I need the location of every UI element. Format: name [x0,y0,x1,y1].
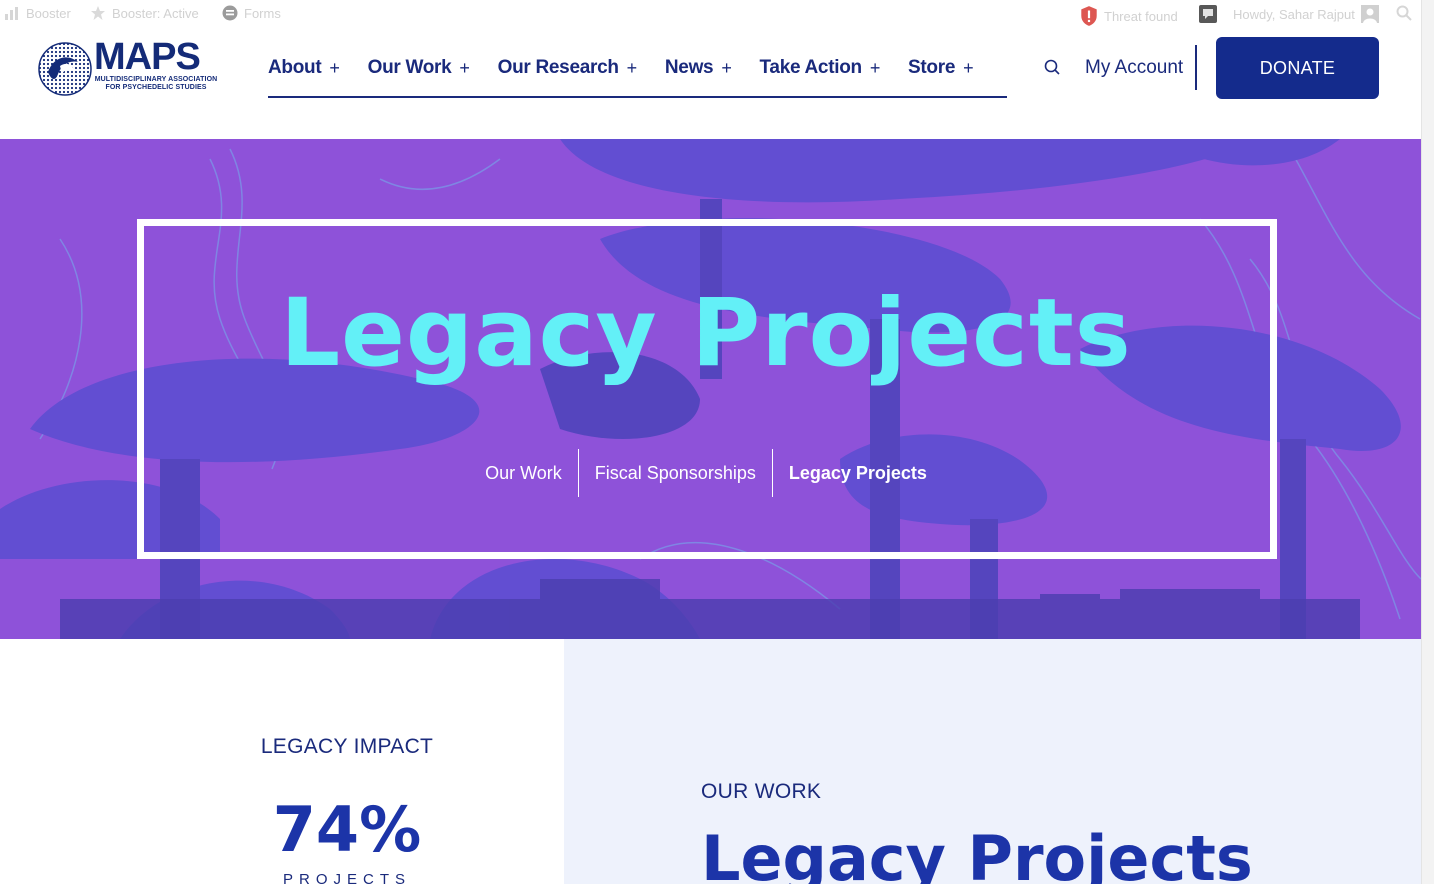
nav-about[interactable]: About + [268,54,340,82]
admin-booster-status-label: Booster: Active [112,5,199,21]
nav-label: About [268,57,322,78]
admin-booster-label: Booster [26,5,71,21]
nav-label: Store [908,57,956,78]
nav-our-research[interactable]: Our Research + [497,54,638,82]
impact-stats: LEGACY IMPACT 74% PROJECTS [0,639,564,884]
admin-bar: Booster Booster: Active Forms Threat fou… [0,0,1421,26]
plus-icon[interactable]: + [627,58,638,79]
main-nav: About + Our Work + Our Research + News + Tak… [268,54,1007,98]
admin-forms-label: Forms [244,5,281,21]
breadcrumb-our-work[interactable]: Our Work [469,463,578,484]
nav-news[interactable]: News + [665,54,732,82]
star-icon [91,6,105,20]
impact-value: 74% [272,793,422,866]
admin-account[interactable]: Howdy, Sahar Rajput [1233,5,1379,23]
shield-alert-icon [1081,6,1097,26]
nav-our-work[interactable]: Our Work + [368,54,470,82]
maps-logo[interactable]: MAPS MULTIDISCIPLINARY ASSOCIATION FOR P… [38,36,218,96]
comment-icon [1199,5,1217,23]
logo-wordmark: MAPS [94,36,201,78]
avatar [1360,5,1379,23]
impact-label: LEGACY IMPACT [260,735,434,758]
admin-search[interactable] [1396,5,1412,21]
search-icon [1044,59,1060,75]
admin-booster[interactable]: Booster [4,5,71,21]
page-title: Legacy Projects [280,279,1132,388]
our-work-heading: Legacy Projects [701,822,1253,884]
search-icon [1396,5,1412,21]
logo-subtitle: MULTIDISCIPLINARY ASSOCIATION FOR PSYCHE… [94,76,218,91]
breadcrumb: Our Work Fiscal Sponsorships Legacy Proj… [0,449,1412,497]
plus-icon[interactable]: + [721,58,732,79]
nav-store[interactable]: Store + [908,54,974,82]
admin-greeting: Howdy, Sahar Rajput [1233,6,1355,22]
bar-chart-icon [5,7,18,20]
breadcrumb-fiscal-sponsorships[interactable]: Fiscal Sponsorships [579,463,772,484]
nav-label: News [664,57,714,78]
admin-forms[interactable]: Forms [222,5,281,21]
plus-icon[interactable]: + [963,58,974,79]
nav-label: Our Work [367,57,452,78]
globe-logo-icon [38,42,92,96]
impact-sublabel: PROJECTS [282,871,411,884]
admin-comments[interactable] [1199,5,1217,23]
our-work-panel: OUR WORK Legacy Projects [564,639,1421,884]
our-work-eyebrow: OUR WORK [701,780,822,803]
hero-frame [137,219,1277,559]
nav-take-action[interactable]: Take Action + [760,54,881,82]
nav-label: Our Research [497,57,619,78]
admin-threat[interactable]: Threat found [1080,5,1178,27]
hero-banner: Legacy Projects Our Work Fiscal Sponsors… [0,139,1421,639]
breadcrumb-current: Legacy Projects [788,462,927,483]
plus-icon[interactable]: + [870,58,881,79]
nav-label: Take Action [759,57,863,78]
header-divider [1195,45,1197,90]
plus-icon[interactable]: + [459,58,470,79]
page-scrollbar[interactable] [1421,0,1434,884]
site-header: MAPS MULTIDISCIPLINARY ASSOCIATION FOR P… [0,26,1421,139]
admin-threat-label: Threat found [1104,8,1178,24]
header-search-button[interactable] [1041,56,1063,78]
forms-icon [222,5,238,21]
donate-button[interactable]: DONATE [1216,37,1379,99]
admin-booster-status[interactable]: Booster: Active [90,5,199,21]
plus-icon[interactable]: + [329,58,340,79]
my-account-link[interactable]: My Account [1085,57,1183,79]
